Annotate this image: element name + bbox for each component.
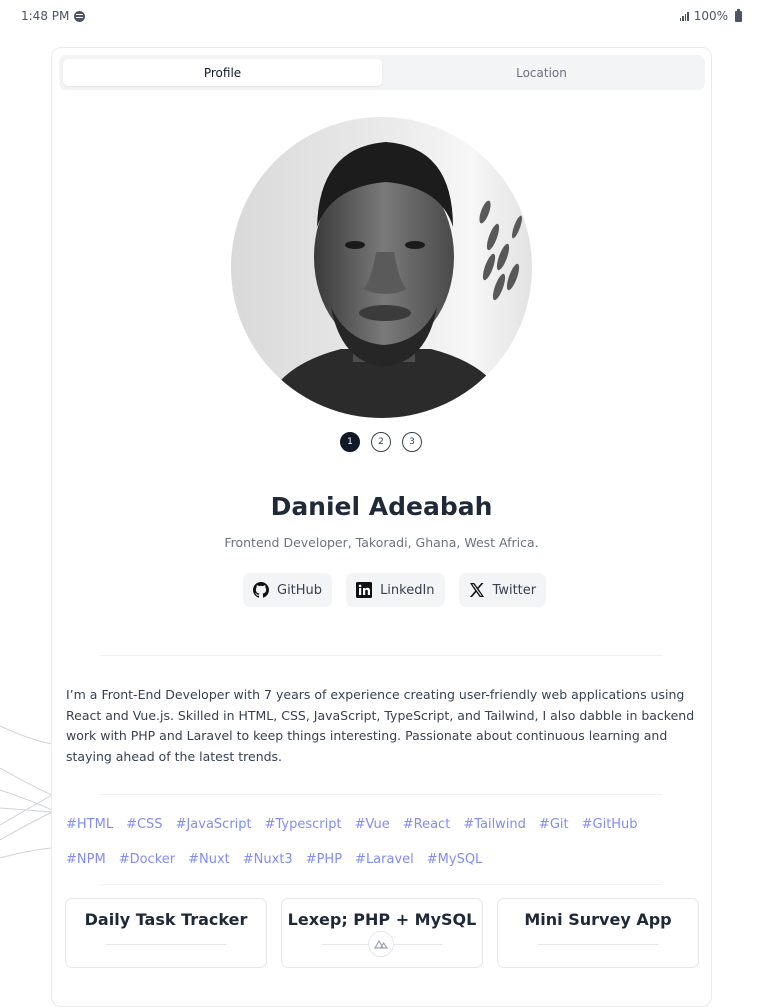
status-right: 100% (679, 8, 742, 23)
tag[interactable]: #GitHub (582, 814, 638, 835)
carousel-dot-1[interactable]: 1 (340, 432, 360, 452)
status-time: 1:48 PM (21, 9, 70, 23)
github-button[interactable]: GitHub (243, 573, 333, 607)
linkedin-icon (356, 582, 373, 598)
tag[interactable]: #HTML (66, 814, 113, 835)
profile-card: Profile Location 1 2 3 Daniel Adeabah Fr… (51, 47, 712, 1007)
profile-bio: I’m a Front-End Developer with 7 years o… (66, 687, 695, 765)
nuxt-devtools-button[interactable] (368, 931, 394, 957)
tag[interactable]: #MySQL (427, 849, 483, 870)
profile-subtitle: Frontend Developer, Takoradi, Ghana, Wes… (224, 535, 539, 550)
github-icon (253, 582, 269, 598)
battery-level: 100% (693, 9, 728, 23)
tag[interactable]: #PHP (306, 849, 342, 870)
divider (100, 655, 662, 656)
project-card[interactable]: Mini Survey App (497, 898, 699, 968)
profile-photo-image (231, 117, 532, 418)
nuxt-icon (374, 939, 388, 949)
profile-photo (231, 117, 532, 418)
tag[interactable]: #Docker (119, 849, 175, 870)
divider (100, 794, 662, 795)
tag[interactable]: #JavaScript (176, 814, 252, 835)
battery-icon (735, 8, 742, 22)
spotify-icon (74, 10, 86, 22)
tag[interactable]: #Nuxt3 (243, 849, 293, 870)
tag[interactable]: #Laravel (355, 849, 414, 870)
twitter-button[interactable]: Twitter (458, 573, 547, 607)
divider (100, 884, 662, 885)
tag[interactable]: #NPM (66, 849, 106, 870)
skill-tags: #HTML #CSS #JavaScript #Typescript #Vue … (66, 814, 686, 870)
signal-icon (679, 11, 689, 21)
project-card[interactable]: Daily Task Tracker (65, 898, 267, 968)
project-divider (538, 944, 658, 945)
carousel-pagination: 1 2 3 (340, 432, 422, 452)
twitter-label: Twitter (492, 582, 537, 598)
profile-name: Daniel Adeabah (270, 492, 493, 521)
project-title: Lexep; PHP + MySQL (287, 910, 477, 929)
tag[interactable]: #Git (539, 814, 569, 835)
social-links: GitHub LinkedIn Twitter (243, 573, 547, 607)
status-bar: 1:48 PM 100% (0, 0, 760, 32)
tag[interactable]: #Tailwind (463, 814, 526, 835)
project-title: Mini Survey App (524, 910, 672, 929)
linkedin-button[interactable]: LinkedIn (346, 573, 445, 607)
carousel-dot-2[interactable]: 2 (371, 432, 391, 452)
tab-location[interactable]: Location (382, 59, 701, 86)
tab-profile[interactable]: Profile (63, 59, 382, 86)
tag[interactable]: #CSS (126, 814, 162, 835)
tag[interactable]: #Vue (355, 814, 390, 835)
tag[interactable]: #Nuxt (188, 849, 230, 870)
status-left: 1:48 PM (21, 9, 86, 23)
github-label: GitHub (277, 582, 323, 598)
project-divider (106, 944, 226, 945)
project-title: Daily Task Tracker (84, 910, 248, 929)
tag[interactable]: #React (403, 814, 451, 835)
carousel-dot-3[interactable]: 3 (402, 432, 422, 452)
linkedin-label: LinkedIn (380, 582, 435, 598)
tab-bar: Profile Location (59, 55, 705, 90)
x-icon (469, 583, 484, 597)
tag[interactable]: #Typescript (265, 814, 342, 835)
